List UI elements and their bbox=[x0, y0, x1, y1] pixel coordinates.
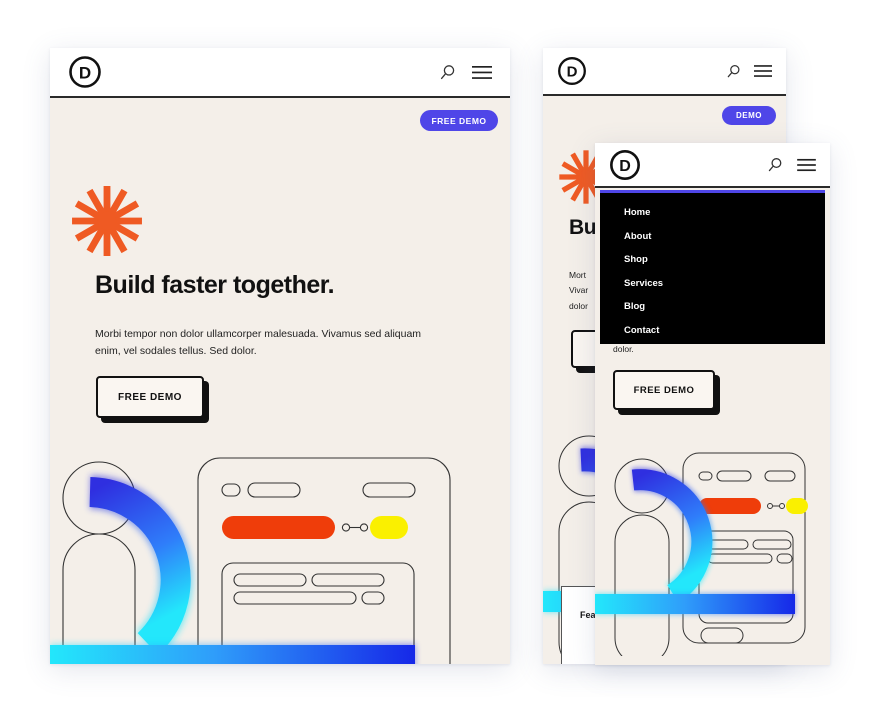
desktop-demo-pill-button[interactable]: FREE DEMO bbox=[420, 110, 498, 131]
search-icon[interactable] bbox=[726, 64, 741, 79]
circled-d-logo[interactable]: D bbox=[68, 55, 102, 89]
tablet-header: D bbox=[543, 48, 786, 96]
svg-text:D: D bbox=[79, 64, 91, 83]
mobile-mockup: D dolor. FREE DEMO Home About Shop Servi… bbox=[595, 143, 830, 665]
ui-abstract-illustration bbox=[50, 448, 510, 664]
circled-d-logo[interactable]: D bbox=[609, 149, 641, 181]
tablet-header-icons bbox=[726, 64, 772, 79]
mobile-header: D bbox=[595, 143, 830, 188]
search-icon[interactable] bbox=[439, 64, 456, 81]
mobile-nav-list: Home About Shop Services Blog Contact bbox=[600, 193, 825, 336]
screenshot-root: D FREE DEMO Build faster together. Morbi… bbox=[0, 0, 880, 724]
desktop-headline: Build faster together. bbox=[95, 271, 335, 299]
svg-text:D: D bbox=[619, 158, 631, 175]
desktop-paragraph: Morbi tempor non dolor ullamcorper males… bbox=[95, 328, 422, 358]
circled-d-logo[interactable]: D bbox=[557, 56, 587, 86]
mobile-paragraph-tail: dolor. bbox=[613, 344, 634, 354]
hamburger-menu-icon[interactable] bbox=[754, 64, 772, 78]
hamburger-menu-icon[interactable] bbox=[797, 158, 816, 172]
mobile-header-icons bbox=[767, 157, 816, 173]
desktop-body: FREE DEMO Build faster together. Morbi t… bbox=[50, 100, 510, 664]
nav-item-shop[interactable]: Shop bbox=[624, 254, 825, 265]
search-icon[interactable] bbox=[767, 157, 783, 173]
nav-item-blog[interactable]: Blog bbox=[624, 301, 825, 312]
nav-item-home[interactable]: Home bbox=[624, 207, 825, 218]
hamburger-menu-icon[interactable] bbox=[472, 65, 492, 80]
desktop-free-demo-button[interactable]: FREE DEMO bbox=[96, 376, 204, 418]
desktop-mockup: D FREE DEMO Build faster together. Morbi… bbox=[50, 48, 510, 664]
tablet-demo-pill-button[interactable]: DEMO bbox=[722, 106, 776, 125]
tablet-headline: Bu bbox=[569, 216, 597, 239]
sunburst-icon bbox=[69, 183, 145, 259]
nav-item-services[interactable]: Services bbox=[624, 278, 825, 289]
ui-abstract-illustration bbox=[595, 448, 830, 656]
desktop-header-icons bbox=[439, 64, 492, 81]
mobile-nav-panel: Home About Shop Services Blog Contact bbox=[600, 190, 825, 344]
svg-text:D: D bbox=[567, 64, 578, 81]
mobile-free-demo-button[interactable]: FREE DEMO bbox=[613, 370, 715, 410]
desktop-header: D bbox=[50, 48, 510, 98]
nav-item-about[interactable]: About bbox=[624, 231, 825, 242]
nav-item-contact[interactable]: Contact bbox=[624, 325, 825, 336]
